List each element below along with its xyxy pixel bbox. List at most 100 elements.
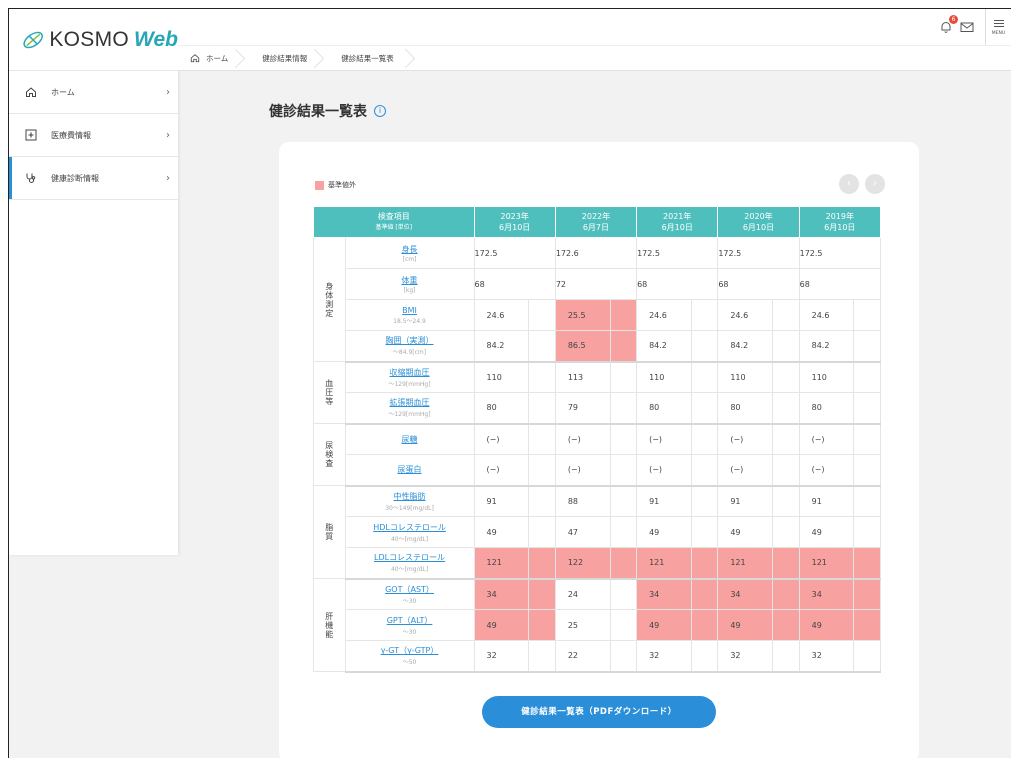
result-spacer bbox=[690, 516, 719, 548]
test-item-link[interactable]: 中性脂肪 bbox=[346, 491, 474, 502]
result-value: 34 bbox=[636, 578, 692, 610]
result-spacer bbox=[528, 361, 556, 393]
result-value: 49 bbox=[798, 609, 855, 641]
result-value: (−) bbox=[717, 454, 774, 487]
header-date-label: 6月10日 bbox=[661, 223, 693, 232]
breadcrumb-home[interactable]: ホーム bbox=[178, 46, 240, 70]
reference-range: 40〜[mg/dL] bbox=[390, 535, 429, 543]
test-item-link[interactable]: GOT（AST） bbox=[346, 584, 474, 595]
sidebar-item-home[interactable]: ホーム › bbox=[9, 71, 178, 114]
breadcrumb-checkup-info[interactable]: 健診結果情報 bbox=[240, 46, 319, 70]
sidebar: KOSMO Web ホーム › 医療費情報 › 健康診断情報 › bbox=[9, 9, 178, 555]
result-spacer bbox=[853, 578, 881, 610]
hamburger-icon bbox=[993, 18, 1004, 29]
test-item-link[interactable]: HDLコレステロール bbox=[346, 522, 474, 533]
result-spacer bbox=[609, 299, 638, 331]
result-value: 24.6 bbox=[636, 299, 692, 331]
test-item-link[interactable]: 拡張期血圧 bbox=[346, 397, 474, 408]
category-label: 血圧等 bbox=[313, 361, 346, 424]
test-item: 尿蛋白 bbox=[344, 454, 475, 487]
logo-text: KOSMO bbox=[49, 27, 130, 51]
test-item: 尿糖 bbox=[344, 423, 475, 455]
table-header-row: 検査項目 基準値 [単位] 2023年 6月10日 2022年 6月7日 2021年 6月… bbox=[313, 206, 882, 238]
test-item-link[interactable]: 尿糖 bbox=[346, 434, 474, 445]
result-value: 172.5 bbox=[636, 237, 719, 269]
sidebar-item-health-checkup[interactable]: 健康診断情報 › bbox=[9, 157, 178, 200]
result-value: 25 bbox=[554, 609, 611, 641]
test-item-link[interactable]: 体重 bbox=[346, 275, 474, 286]
plus-square-icon bbox=[25, 129, 37, 141]
result-value: 32 bbox=[717, 640, 774, 673]
test-item: 中性脂肪 30〜149[mg/dL] bbox=[344, 485, 475, 517]
app-frame: KOSMO Web ホーム › 医療費情報 › 健康診断情報 › 6 MENU … bbox=[8, 8, 1011, 758]
result-value: 49 bbox=[636, 609, 692, 641]
result-value: (−) bbox=[798, 423, 855, 455]
result-value: 49 bbox=[798, 516, 855, 548]
category-label: 脂質 bbox=[313, 485, 346, 579]
result-value: (−) bbox=[717, 423, 774, 455]
result-value: 32 bbox=[636, 640, 692, 673]
header-year-label: 2019年 bbox=[825, 212, 854, 221]
result-spacer bbox=[528, 330, 556, 363]
header-year-label: 2023年 bbox=[500, 212, 529, 221]
header-year-label: 2022年 bbox=[581, 212, 611, 221]
result-spacer bbox=[528, 516, 556, 548]
menu-button[interactable]: MENU bbox=[985, 9, 1011, 45]
result-spacer bbox=[853, 609, 881, 641]
sidebar-item-label: 健康診断情報 bbox=[51, 173, 99, 183]
test-item: 拡張期血圧 〜129[mmHg] bbox=[344, 392, 475, 425]
result-value: 68 bbox=[636, 268, 719, 300]
home-icon bbox=[25, 86, 37, 98]
result-value: 172.5 bbox=[473, 237, 556, 269]
result-value: 72 bbox=[554, 268, 638, 300]
header-item-label: 検査項目 bbox=[377, 212, 410, 221]
logo[interactable]: KOSMO Web bbox=[9, 9, 178, 71]
result-value: 121 bbox=[798, 547, 855, 580]
test-item: BMI 18.5〜24.9 bbox=[344, 299, 475, 331]
prev-page-button[interactable]: ‹ bbox=[839, 174, 859, 194]
chevron-right-icon: › bbox=[166, 86, 170, 98]
sidebar-item-label: 医療費情報 bbox=[51, 130, 91, 140]
test-item-link[interactable]: 胸囲（実測） bbox=[346, 335, 474, 346]
test-item-link[interactable]: LDLコレステロール bbox=[346, 552, 474, 563]
test-item-link[interactable]: 収縮期血圧 bbox=[346, 367, 474, 378]
test-item: LDLコレステロール 40〜[mg/dL] bbox=[344, 547, 475, 580]
result-value: 24 bbox=[554, 578, 611, 610]
test-item-link[interactable]: GPT（ALT） bbox=[346, 615, 474, 626]
next-page-button[interactable]: › bbox=[865, 174, 885, 194]
category-label: 身体測定 bbox=[313, 237, 346, 362]
test-item: HDLコレステロール 40〜[mg/dL] bbox=[344, 516, 475, 548]
breadcrumb: ホーム 健診結果情報 健診結果一覧表 bbox=[178, 45, 1011, 71]
pdf-download-button[interactable]: 健診結果一覧表（PDFダウンロード） bbox=[482, 696, 716, 728]
table-row: γ-GT（γ-GTP） 〜50 32 22 32 32 32 bbox=[314, 640, 881, 673]
result-value: 24.6 bbox=[473, 299, 530, 331]
test-item-link[interactable]: BMI bbox=[346, 306, 474, 315]
result-spacer bbox=[609, 640, 638, 673]
test-item-link[interactable]: γ-GT（γ-GTP） bbox=[346, 645, 474, 656]
header-item-sub: 基準値 [単位] bbox=[375, 224, 413, 231]
result-spacer bbox=[772, 609, 800, 641]
sidebar-item-medical-expense[interactable]: 医療費情報 › bbox=[9, 114, 178, 157]
reference-range: 40〜[mg/dL] bbox=[390, 566, 429, 574]
test-item-link[interactable]: 尿蛋白 bbox=[346, 464, 474, 475]
result-value: (−) bbox=[554, 454, 611, 487]
result-value: 84.2 bbox=[473, 330, 530, 363]
result-spacer bbox=[609, 485, 638, 517]
test-item-link[interactable]: 身長 bbox=[346, 244, 474, 255]
result-value: 121 bbox=[473, 547, 530, 580]
result-spacer bbox=[853, 330, 881, 363]
mail-icon[interactable] bbox=[959, 19, 975, 35]
info-icon[interactable]: i bbox=[374, 105, 386, 117]
result-value: 121 bbox=[717, 547, 774, 580]
notification-button[interactable]: 6 bbox=[939, 15, 958, 35]
result-value: (−) bbox=[636, 423, 692, 455]
result-value: 49 bbox=[717, 609, 774, 641]
header-year: 2022年 6月7日 bbox=[554, 206, 638, 238]
result-spacer bbox=[690, 640, 719, 673]
result-value: (−) bbox=[554, 423, 611, 455]
result-spacer bbox=[853, 361, 881, 393]
result-spacer bbox=[690, 423, 719, 455]
result-value: (−) bbox=[473, 454, 530, 487]
result-value: 34 bbox=[473, 578, 530, 610]
test-item: GPT（ALT） 〜30 bbox=[344, 609, 475, 641]
